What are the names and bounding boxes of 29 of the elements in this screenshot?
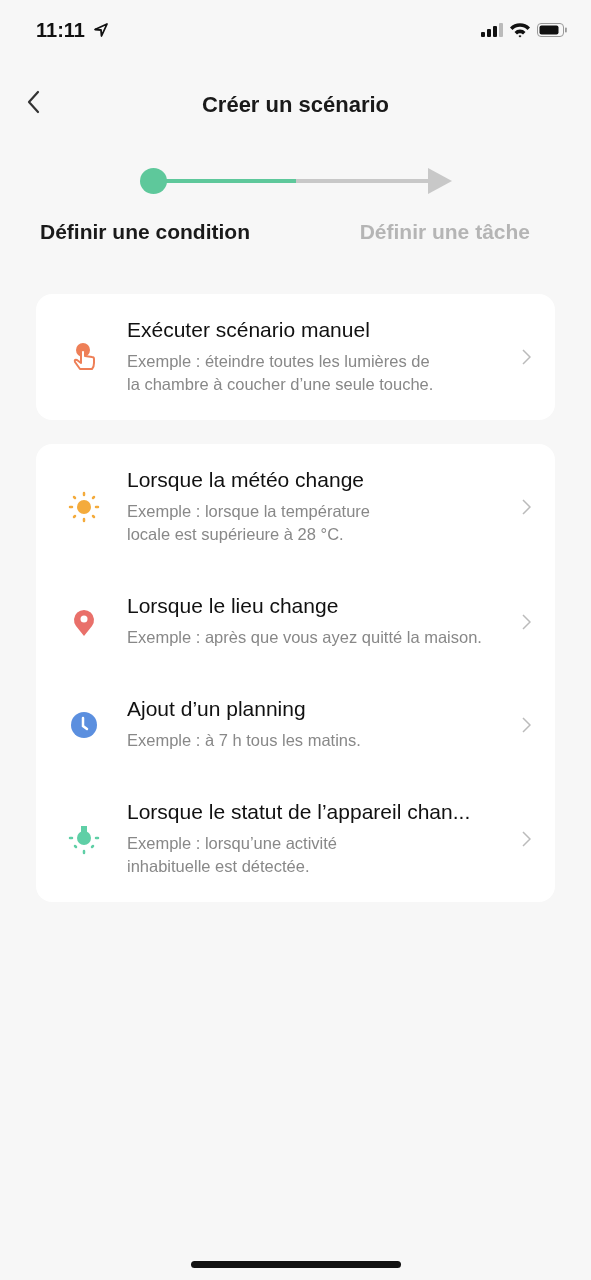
location-arrow-icon bbox=[92, 22, 109, 38]
option-description: Exemple : après que vous ayez quitté la maison. bbox=[127, 627, 483, 648]
step-label: Définir une tâche bbox=[359, 220, 530, 244]
option-description: Exemple : lorsqu’une activité inhabituelle est détectée. bbox=[127, 833, 339, 877]
option-title: Lorsque le statut de l’appareil chan... bbox=[127, 800, 472, 824]
chevron-icon bbox=[522, 831, 531, 847]
chevron-icon bbox=[522, 716, 531, 733]
option-row[interactable]: Lorsque la météo change Exemple : lorsque la température locale est supérieure à 28 °C. bbox=[36, 444, 555, 570]
option-title: Lorsque le lieu change bbox=[127, 594, 340, 618]
chevron-icon bbox=[522, 613, 531, 630]
page-title: Créer un scénario bbox=[201, 92, 390, 118]
option-description: Exemple : à 7 h tous les matins. bbox=[127, 730, 362, 751]
option-row[interactable]: Ajout d’un planning Exemple : à 7 h tous les matins. bbox=[36, 673, 555, 776]
step-label: Définir une condition bbox=[40, 220, 250, 244]
option-title: Ajout d’un planning bbox=[127, 697, 307, 721]
signal-icon bbox=[481, 23, 503, 37]
step-dot bbox=[140, 168, 167, 194]
battery-icon bbox=[537, 23, 567, 37]
option-title: Exécuter scénario manuel bbox=[127, 318, 371, 342]
option-row[interactable]: Exécuter scénario manuel Exemple : éteindre toutes les lumières de la chambre à coucher d’une seule touche. bbox=[36, 294, 555, 420]
wifi-icon bbox=[509, 22, 531, 38]
option-row[interactable]: Lorsque le statut de l’appareil chan... Exemple : lorsqu’une activité inhabituelle est détectée. bbox=[36, 776, 555, 902]
chevron-icon bbox=[522, 349, 531, 365]
option-title: Lorsque la météo change bbox=[127, 468, 365, 492]
option-description: Exemple : éteindre toutes les lumières de la chambre à coucher d’une seule touche. bbox=[127, 351, 435, 395]
option-description: Exemple : lorsque la température locale est supérieure à 28 °C. bbox=[127, 501, 372, 545]
chevron-icon bbox=[522, 499, 531, 515]
option-row[interactable]: Lorsque le lieu change Exemple : après que vous ayez quitté la maison. bbox=[36, 570, 555, 673]
status-time: 11:11 bbox=[36, 18, 85, 42]
